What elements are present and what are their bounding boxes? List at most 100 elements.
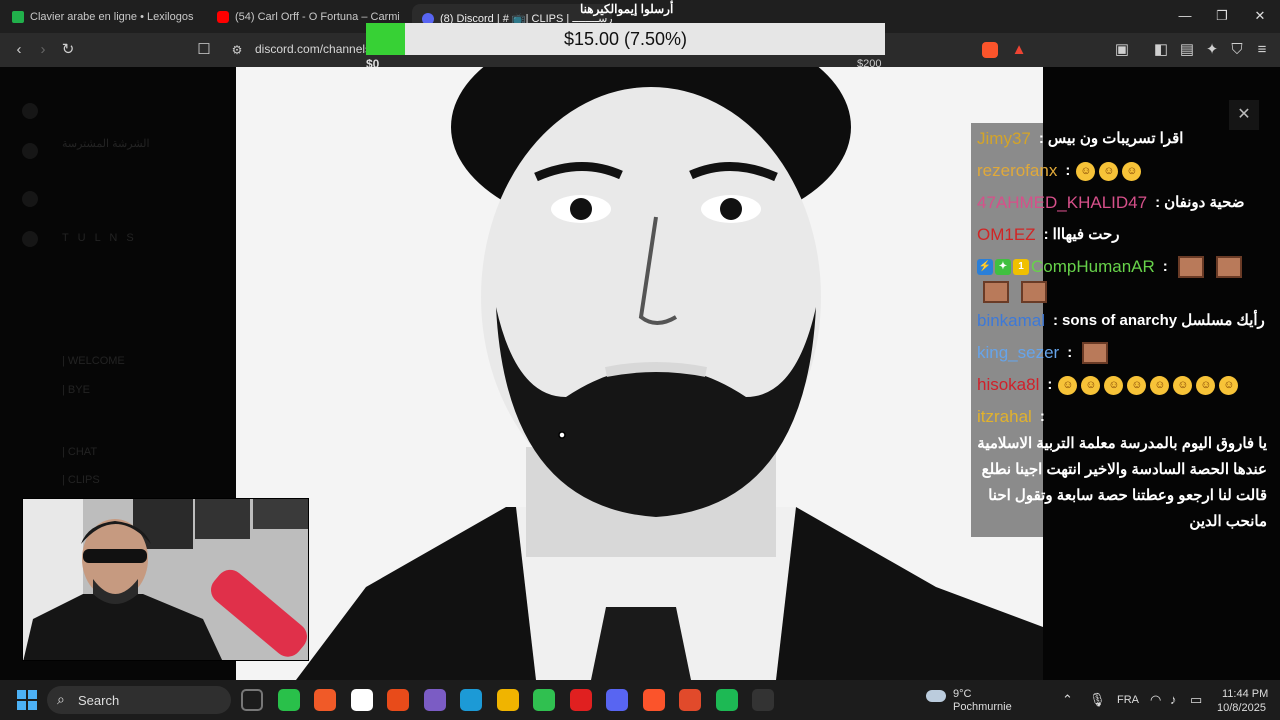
- windows-start-icon[interactable]: [17, 690, 37, 710]
- chat-username[interactable]: binkamal: [977, 307, 1045, 335]
- tab-title: Clavier arabe en ligne • Lexilogos: [30, 11, 194, 23]
- chat-message: binkamal: رأيك مسلسل sons of anarchy: [971, 305, 1271, 337]
- taskbar-app-icon[interactable]: [350, 689, 373, 711]
- chat-username[interactable]: rezerofanx: [977, 157, 1057, 185]
- donation-progress-bar: $15.00 (7.50%): [366, 23, 885, 55]
- channel-bye[interactable]: | BYE: [62, 384, 90, 396]
- chat-message: Jimy37: اقرا تسريبات ون بيس: [971, 123, 1271, 155]
- taskbar-app-icon[interactable]: [277, 689, 300, 711]
- bookmark-icon[interactable]: ☐: [195, 41, 213, 59]
- reload-icon[interactable]: ↻: [59, 41, 77, 59]
- chat-message: king_sezer:: [971, 337, 1271, 369]
- taskbar-app-icon[interactable]: [314, 689, 336, 711]
- chat-badge-icon: ⚡: [977, 259, 993, 275]
- chat-text: رحت فيهااا: [1052, 226, 1120, 243]
- wallet-icon[interactable]: ▤: [1178, 41, 1196, 59]
- chat-username[interactable]: king_sezer: [977, 339, 1059, 367]
- maximize-button[interactable]: ❐: [1204, 8, 1240, 24]
- taskbar-app-icon[interactable]: [679, 689, 701, 711]
- taskbar-app-icon[interactable]: [460, 689, 482, 711]
- laughing-emoji-icon: ☺: [1081, 375, 1101, 395]
- input-language[interactable]: FRA: [1117, 694, 1139, 706]
- taskbar-app-icon[interactable]: [533, 689, 555, 711]
- chat-username[interactable]: hisoka8l: [977, 371, 1039, 399]
- chat-username[interactable]: OM1EZ: [977, 221, 1036, 249]
- taskbar-app-icon[interactable]: [715, 689, 738, 711]
- laughing-emoji-icon: ☺: [1104, 375, 1124, 395]
- leo-ai-icon[interactable]: ✦: [1203, 41, 1221, 59]
- chat-message: 47AHMED_KHALID47: ضحية دونفان: [971, 187, 1271, 219]
- youtube-favicon-icon: [217, 11, 229, 23]
- tab-title: (54) Carl Orff - O Fortuna – Carmina: [235, 11, 399, 23]
- laughing-emoji-icon: ☺: [1150, 375, 1170, 395]
- taskbar-app-icon[interactable]: [423, 689, 446, 711]
- taskbar-app-icon[interactable]: [387, 689, 409, 711]
- chat-username[interactable]: CompHumanAR: [1031, 253, 1155, 281]
- taskbar-search-box[interactable]: [47, 686, 231, 714]
- minimize-button[interactable]: —: [1167, 8, 1203, 23]
- menu-icon[interactable]: ≡: [1253, 41, 1271, 59]
- chat-separator: :: [1043, 226, 1049, 243]
- address-bar[interactable]: discord.com/channels: [255, 42, 371, 56]
- chat-message: ⚡ ✦ 1 CompHumanAR:: [971, 251, 1271, 305]
- battery-icon[interactable]: ▭: [1190, 692, 1202, 708]
- taskbar-app-icon[interactable]: [752, 689, 774, 711]
- lexilogos-favicon-icon: [12, 11, 24, 23]
- chat-separator: :: [1039, 408, 1045, 425]
- chat-username[interactable]: 47AHMED_KHALID47: [977, 189, 1147, 217]
- portrait-image: [236, 67, 1043, 680]
- server-icon[interactable]: [22, 191, 38, 207]
- taskbar-app-icon[interactable]: [606, 689, 628, 711]
- face-emote-icon: [1215, 256, 1242, 278]
- sidebar-row[interactable]: الشرشة المشترسة: [62, 137, 150, 150]
- laughing-emoji-icon: ☺: [1173, 375, 1193, 395]
- clock-date[interactable]: 10/8/2025: [1217, 702, 1266, 714]
- screenshot-icon[interactable]: ▣: [1113, 41, 1131, 59]
- server-icon[interactable]: [22, 103, 38, 119]
- taskbar-app-icon[interactable]: [642, 689, 665, 711]
- chat-message: rezerofanx: ☺ ☺ ☺: [971, 155, 1271, 187]
- cloud-icon[interactable]: [926, 690, 946, 702]
- chat-text: يا فاروق اليوم بالمدرسة معلمة التربية ال…: [977, 435, 1267, 530]
- chat-message: itzrahal: يا فاروق اليوم بالمدرسة معلمة ا…: [971, 401, 1271, 537]
- volume-icon[interactable]: ♪: [1170, 692, 1177, 707]
- channel-welcome[interactable]: | WELCOME: [62, 355, 125, 367]
- chat-message: OM1EZ: رحت فيهااا: [971, 219, 1271, 251]
- tray-chevron-icon[interactable]: ⌃: [1062, 692, 1073, 708]
- laughing-emoji-icon: ☺: [1219, 375, 1239, 395]
- sidebar-row[interactable]: T U L N S: [62, 232, 137, 244]
- tab-lexilogos[interactable]: Clavier arabe en ligne • Lexilogos: [12, 6, 202, 28]
- stream-overlay-title: أرسلوا إيموالكيرهنا: [580, 2, 674, 16]
- brave-shields-icon[interactable]: [982, 42, 998, 58]
- wifi-icon[interactable]: ◠: [1150, 692, 1161, 708]
- chat-separator: :: [1065, 162, 1071, 179]
- taskbar-app-icon[interactable]: [496, 689, 519, 711]
- clock-time[interactable]: 11:44 PM: [1222, 688, 1268, 700]
- chat-username[interactable]: itzrahal: [977, 403, 1032, 431]
- chat-separator: :: [1067, 344, 1073, 361]
- sidebar-icon[interactable]: ◧: [1152, 41, 1170, 59]
- chat-username[interactable]: Jimy37: [977, 125, 1031, 153]
- server-icon[interactable]: [22, 143, 38, 159]
- chat-overlay: Jimy37: اقرا تسريبات ون بيس rezerofanx: ☺ ☺ ☺…: [971, 123, 1271, 537]
- vpn-shield-icon[interactable]: ⛉: [1228, 41, 1246, 59]
- taskbar-app-icon[interactable]: [241, 689, 263, 711]
- site-info-icon[interactable]: ⚙: [228, 41, 246, 59]
- face-emote-icon: [1082, 342, 1109, 364]
- taskbar-search-label: Search: [78, 693, 120, 708]
- taskbar-app-icon[interactable]: [569, 689, 592, 711]
- laughing-emoji-icon: ☺: [1196, 375, 1216, 395]
- webcam-image: [23, 499, 308, 660]
- channel-chat[interactable]: | CHAT: [62, 446, 97, 458]
- webcam-feed: [22, 498, 309, 661]
- microphone-icon[interactable]: 🎙: [1089, 692, 1106, 708]
- channel-clips[interactable]: | CLIPS: [62, 474, 100, 486]
- search-icon: ⌕: [57, 691, 65, 707]
- server-icon[interactable]: [22, 231, 38, 247]
- forward-icon[interactable]: ›: [34, 41, 52, 59]
- brave-rewards-icon[interactable]: ▲: [1010, 41, 1028, 59]
- close-window-button[interactable]: ✕: [1242, 8, 1278, 24]
- chat-separator: :: [1053, 312, 1059, 329]
- chat-text: رأيك مسلسل sons of anarchy: [1062, 312, 1265, 329]
- back-icon[interactable]: ‹: [10, 41, 28, 59]
